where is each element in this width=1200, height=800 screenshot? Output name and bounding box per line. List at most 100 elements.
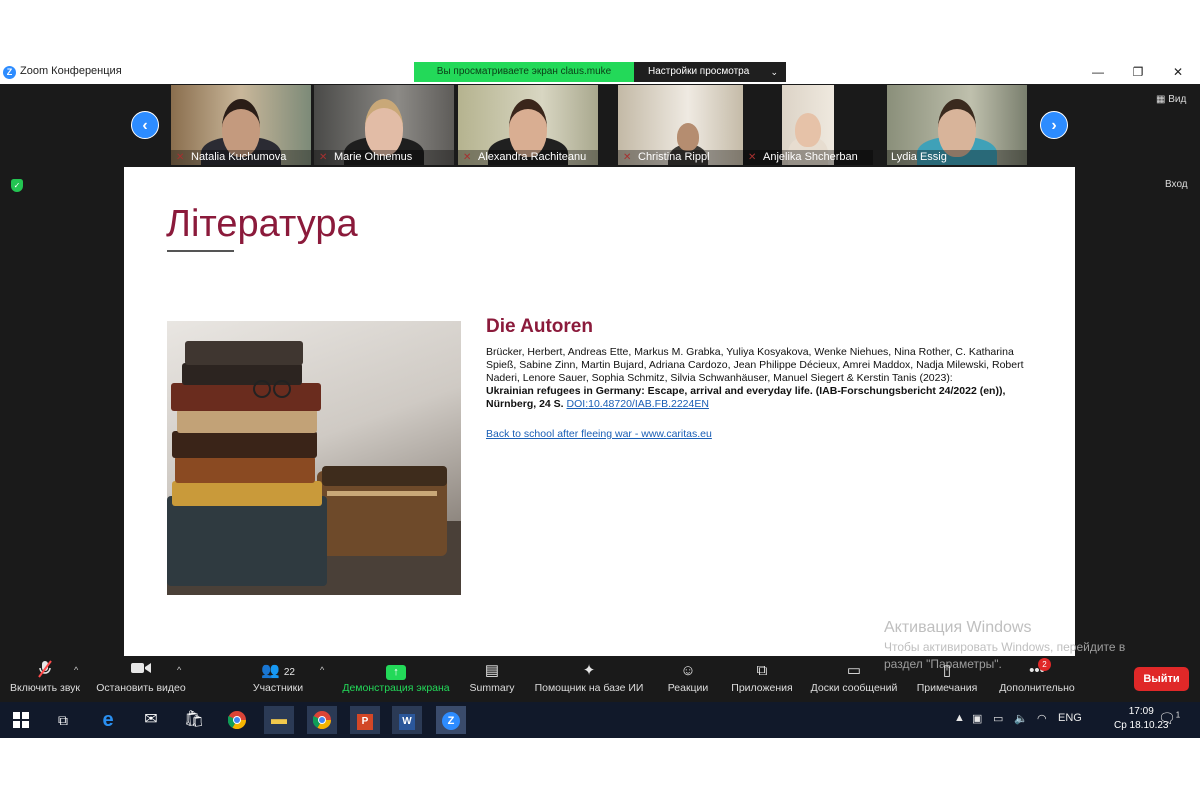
participant-name: Anjelika Shcherban	[743, 150, 873, 165]
language-indicator[interactable]: ENG	[1058, 712, 1082, 724]
participant-tile[interactable]: ✕ Marie Ohnemus	[314, 85, 454, 165]
close-button[interactable]: ✕	[1168, 64, 1188, 80]
video-camera-icon	[94, 660, 188, 682]
camera-tray-icon[interactable]: ▣	[972, 712, 982, 725]
store-icon[interactable]: 🛍	[179, 706, 209, 734]
more-notification-badge: 2	[1038, 658, 1051, 671]
participant-name: Christina Rippl	[618, 150, 758, 165]
chrome-window-icon[interactable]	[307, 706, 337, 734]
participant-face	[222, 99, 260, 157]
windows-start-icon[interactable]	[6, 706, 36, 734]
more-button[interactable]: ••• Дополнительно	[994, 660, 1080, 700]
share-screen-button[interactable]: ↑ Демонстрация экрана	[340, 660, 452, 700]
activation-watermark-text: Чтобы активировать Windows, перейдите в	[884, 640, 1126, 654]
view-label: Вид	[1168, 94, 1187, 105]
participant-tile[interactable]: ✕ Alexandra Rachiteanu	[458, 85, 598, 165]
gallery-prev-button[interactable]: ‹	[131, 111, 159, 139]
chevron-down-icon: ⌄	[770, 67, 778, 77]
apps-icon: ⧉	[756, 662, 768, 679]
reactions-label: Реакции	[667, 682, 709, 694]
report-title: Ukrainian refugees in Germany: Escape, a…	[486, 385, 1006, 410]
participants-icon: 👥 22	[261, 662, 295, 679]
notes-label: Примечания	[916, 682, 978, 694]
notification-center-icon[interactable]: 🗨1	[1158, 710, 1180, 727]
participant-face	[509, 99, 547, 157]
apps-button[interactable]: ⧉ Приложения	[726, 660, 798, 700]
whiteboards-button[interactable]: ▭ Доски сообщений	[806, 660, 902, 700]
unmute-label: Включить звук	[9, 682, 81, 694]
summary-button[interactable]: ▤ Summary	[464, 660, 520, 700]
clock-time: 17:09	[1128, 706, 1154, 717]
stop-video-button[interactable]: Остановить видео	[94, 660, 188, 700]
participant-name: Lydia Essig	[887, 150, 1027, 165]
enter-button[interactable]: Вход	[1165, 179, 1188, 190]
security-shield-icon[interactable]: ✓	[11, 179, 23, 192]
video-options-caret[interactable]: ^	[177, 665, 181, 675]
restore-button[interactable]: ❐	[1128, 64, 1148, 80]
task-view-icon[interactable]: ⧉	[48, 706, 78, 734]
zoom-taskbar-icon[interactable]: Z	[436, 706, 466, 734]
participant-face	[938, 99, 976, 157]
powerpoint-icon[interactable]: P	[350, 706, 380, 734]
authors-heading: Die Autoren	[486, 316, 593, 337]
whiteboards-label: Доски сообщений	[810, 682, 898, 694]
books-image	[167, 321, 461, 595]
caritas-link[interactable]: Back to school after fleeing war - www.c…	[486, 428, 712, 440]
sparkle-icon: ✦	[582, 662, 596, 679]
more-label: Дополнительно	[999, 682, 1075, 694]
summary-icon: ▤	[484, 662, 500, 679]
participant-name: Natalia Kuchumova	[171, 150, 311, 165]
ai-assistant-label: Помощник на базе ИИ	[534, 682, 644, 694]
screen-share-banner: Вы просматриваете экран claus.muke	[414, 62, 634, 82]
summary-label: Summary	[469, 682, 515, 694]
stop-video-label: Остановить видео	[96, 682, 186, 694]
view-settings-label: Настройки просмотра	[648, 66, 750, 77]
edge-browser-icon[interactable]: e	[93, 706, 123, 734]
reactions-button[interactable]: ☺ Реакции	[662, 660, 714, 700]
notification-count: 1	[1175, 710, 1181, 720]
participants-options-caret[interactable]: ^	[320, 665, 324, 675]
chrome-icon[interactable]	[222, 706, 252, 734]
ai-assistant-button[interactable]: ✦ Помощник на базе ИИ	[530, 660, 648, 700]
notes-button[interactable]: ▯ Примечания	[912, 660, 982, 700]
more-dots-icon: •••	[1029, 662, 1045, 679]
participant-tile[interactable]: Lydia Essig	[887, 85, 1027, 165]
activation-watermark-title: Активация Windows	[884, 619, 1032, 636]
zoom-logo-icon: Z	[3, 66, 16, 79]
tray-expand-icon[interactable]: ▲	[954, 712, 965, 724]
participant-tile[interactable]: ✕ Anjelika Shcherban	[743, 85, 873, 165]
window-title: Zoom Конференция	[20, 65, 122, 77]
whiteboard-icon: ▭	[846, 662, 862, 679]
notes-icon: ▯	[942, 662, 952, 679]
smiley-icon: ☺	[680, 662, 696, 679]
wifi-icon[interactable]: ◠	[1037, 712, 1047, 725]
participant-face	[677, 123, 699, 151]
books-illustration	[167, 341, 461, 595]
view-button[interactable]: ▦ Вид	[1156, 94, 1186, 105]
reference-block: Brücker, Herbert, Andreas Ette, Markus M…	[486, 346, 1046, 411]
participant-name: Marie Ohnemus	[314, 150, 454, 165]
participants-label: Участники	[252, 682, 304, 694]
doi-link[interactable]: DOI:10.48720/IAB.FB.2224EN	[567, 398, 709, 410]
view-settings-button[interactable]: Настройки просмотра ⌄	[634, 62, 786, 82]
volume-icon[interactable]: 🔈	[1014, 712, 1028, 725]
participant-tile[interactable]: ✕ Natalia Kuchumova	[171, 85, 311, 165]
word-icon[interactable]: W	[392, 706, 422, 734]
battery-icon[interactable]: ▭	[993, 712, 1003, 725]
participant-name: Alexandra Rachiteanu	[458, 150, 598, 165]
participants-count: 22	[283, 667, 295, 678]
share-screen-label: Демонстрация экрана	[342, 682, 450, 694]
title-underline	[167, 250, 234, 252]
slide-title: Література	[166, 203, 358, 245]
gallery-next-button[interactable]: ›	[1040, 111, 1068, 139]
minimize-button[interactable]: —	[1088, 64, 1108, 80]
participant-face	[795, 113, 821, 147]
file-explorer-icon[interactable]: ▬	[264, 706, 294, 734]
apps-label: Приложения	[731, 682, 793, 694]
mail-icon[interactable]: ✉	[136, 706, 166, 734]
leave-meeting-button[interactable]: Выйти	[1134, 667, 1189, 691]
authors-text: Brücker, Herbert, Andreas Ette, Markus M…	[486, 346, 1024, 384]
audio-options-caret[interactable]: ^	[74, 665, 78, 675]
participant-tile[interactable]: ✕ Christina Rippl	[618, 85, 758, 165]
participants-button[interactable]: 👥 22 Участники	[248, 660, 308, 700]
